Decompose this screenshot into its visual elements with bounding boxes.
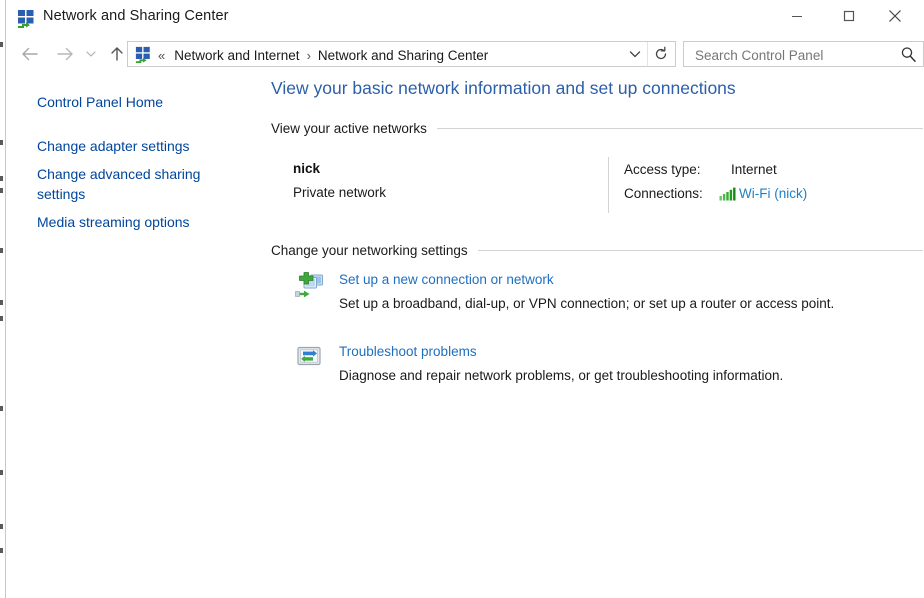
section-rule — [437, 128, 923, 129]
connections-label: Connections: — [624, 186, 703, 201]
access-type-value: Internet — [731, 162, 777, 177]
search-icon[interactable] — [900, 46, 917, 63]
section-rule — [478, 250, 923, 251]
task-link[interactable]: Troubleshoot problems — [339, 344, 477, 359]
breadcrumb-separator-icon[interactable]: › — [307, 48, 311, 63]
recent-locations-button[interactable] — [81, 41, 101, 67]
title-bar: Network and Sharing Center — [7, 0, 924, 36]
content-area: Control Panel Home Change adapter settin… — [7, 72, 924, 598]
window-title: Network and Sharing Center — [43, 8, 229, 24]
section-label: Change your networking settings — [271, 243, 478, 258]
network-sharing-center-window: Network and Sharing Center — [0, 0, 924, 598]
close-button[interactable] — [872, 0, 918, 32]
task-set-up-new-connection: Set up a new connection or network Set u… — [271, 270, 924, 326]
address-network-sharing-icon — [135, 46, 152, 63]
navigation-bar: « Network and Internet › Network and Sha… — [7, 36, 924, 72]
maximize-button[interactable] — [826, 0, 872, 32]
task-description: Diagnose and repair network problems, or… — [339, 368, 783, 383]
connection-link-wifi[interactable]: Wi-Fi (nick) — [739, 186, 807, 201]
main-pane: View your basic network information and … — [255, 72, 924, 598]
forward-button[interactable] — [52, 41, 78, 67]
background-window-sliver — [0, 0, 6, 598]
breadcrumb-overflow-icon[interactable]: « — [158, 48, 165, 63]
active-network-block: nick Private network Access type: Intern… — [271, 154, 924, 222]
breadcrumb: « Network and Internet › Network and Sha… — [158, 45, 619, 65]
sidebar-item-change-advanced-sharing-settings[interactable]: Change advanced sharing settings — [37, 164, 227, 204]
network-name: nick — [293, 161, 320, 176]
task-description: Set up a broadband, dial-up, or VPN conn… — [339, 296, 834, 311]
section-label: View your active networks — [271, 121, 437, 136]
section-header-active-networks: View your active networks — [271, 121, 923, 136]
section-header-networking-settings: Change your networking settings — [271, 243, 923, 258]
network-sharing-icon — [17, 9, 36, 28]
network-profile-type: Private network — [293, 185, 386, 200]
access-type-label: Access type: — [624, 162, 701, 177]
wifi-signal-icon — [719, 187, 737, 201]
sidebar-item-control-panel-home[interactable]: Control Panel Home — [37, 92, 227, 112]
sidebar: Control Panel Home Change adapter settin… — [7, 72, 255, 598]
task-troubleshoot-problems: Troubleshoot problems Diagnose and repai… — [271, 342, 924, 398]
task-link[interactable]: Set up a new connection or network — [339, 272, 554, 287]
page-title: View your basic network information and … — [271, 78, 736, 99]
chevron-down-icon[interactable] — [623, 42, 647, 66]
breadcrumb-item-network-and-sharing-center[interactable]: Network and Sharing Center — [318, 48, 488, 63]
new-connection-icon — [295, 272, 325, 302]
search-input[interactable] — [693, 42, 895, 68]
address-bar[interactable]: « Network and Internet › Network and Sha… — [127, 41, 676, 67]
troubleshoot-icon — [295, 344, 325, 374]
minimize-button[interactable] — [774, 0, 820, 32]
back-button[interactable] — [17, 41, 43, 67]
breadcrumb-item-network-and-internet[interactable]: Network and Internet — [174, 48, 299, 63]
sidebar-item-change-adapter-settings[interactable]: Change adapter settings — [37, 136, 227, 156]
refresh-icon[interactable] — [647, 42, 674, 66]
search-box[interactable] — [683, 41, 924, 67]
sidebar-item-media-streaming-options[interactable]: Media streaming options — [37, 212, 227, 232]
column-divider — [608, 157, 609, 213]
